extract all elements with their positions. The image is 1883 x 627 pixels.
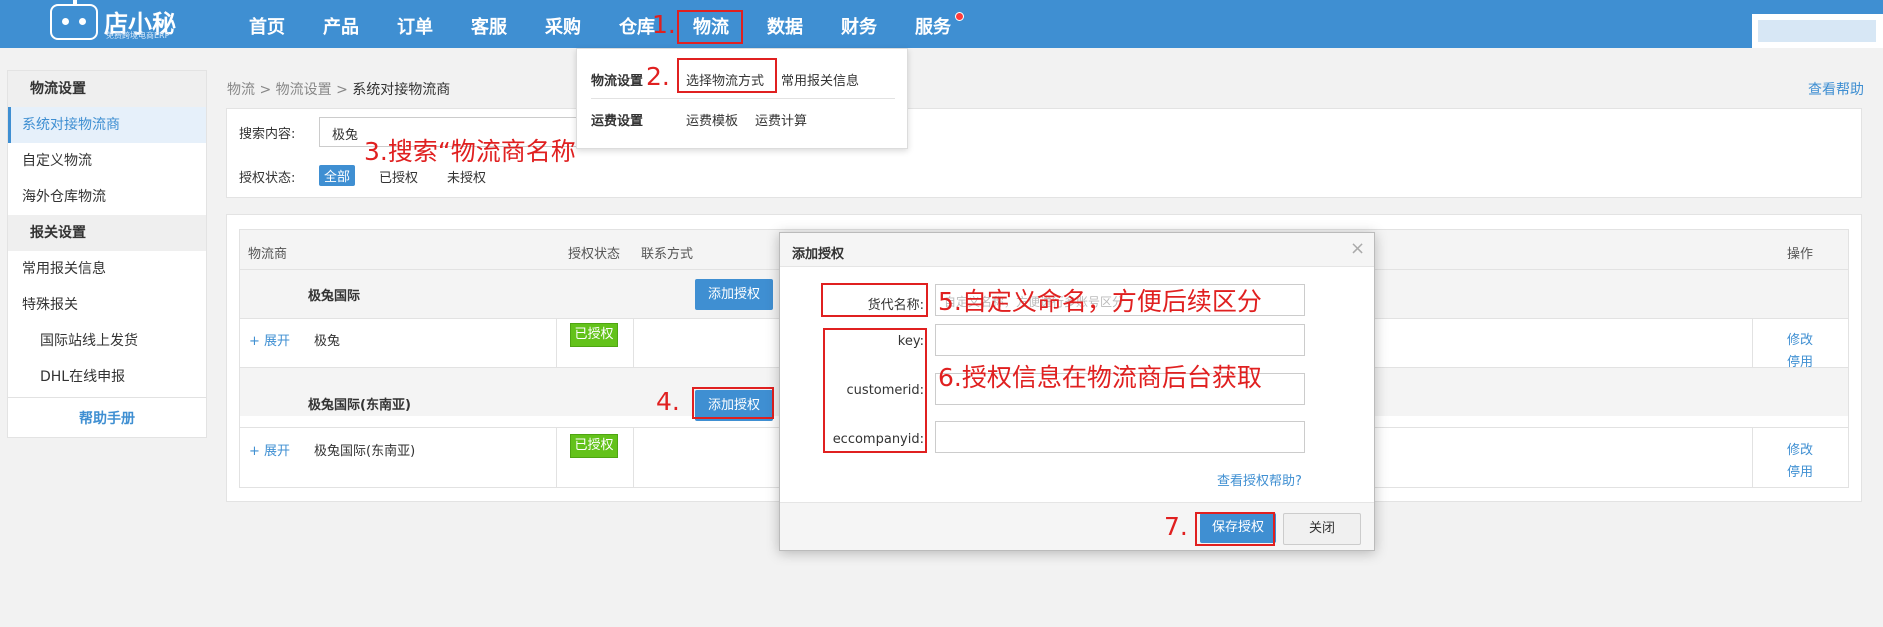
disable-link[interactable]: 停用 xyxy=(1787,461,1813,480)
breadcrumb-current: 系统对接物流商 xyxy=(352,82,451,98)
eccompanyid-input[interactable] xyxy=(935,421,1305,453)
sidebar-item-common-customs[interactable]: 常用报关信息 xyxy=(8,251,206,287)
menu-item-fee-template[interactable]: 运费模板 xyxy=(686,110,738,129)
dropdown-group-shipping-fee: 运费设置 xyxy=(591,114,644,129)
sidebar-subitem-international-station[interactable]: 国际站线上发货 xyxy=(8,323,206,359)
status-label: 授权状态: xyxy=(239,171,296,186)
carrier-item-name: 极兔 xyxy=(314,334,341,349)
expand-link[interactable]: + 展开 xyxy=(249,330,290,349)
annotation-box-select-logistics xyxy=(677,58,777,93)
breadcrumb-logistics-settings[interactable]: 物流设置 xyxy=(276,82,332,98)
modal-title: 添加授权 xyxy=(792,247,845,262)
annotation-step1: 1. xyxy=(652,10,676,39)
nav-services[interactable]: 服务 xyxy=(915,0,951,48)
menu-item-common-customs[interactable]: 常用报关信息 xyxy=(781,70,859,89)
sidebar-subitem-dhl[interactable]: DHL在线申报 xyxy=(8,359,206,395)
sidebar-item-custom-logistics[interactable]: 自定义物流 xyxy=(8,143,206,179)
carrier-item-name: 极兔国际(东南亚) xyxy=(314,444,416,459)
modal-header: 添加授权 × xyxy=(780,233,1374,267)
close-button[interactable]: 关闭 xyxy=(1283,513,1361,545)
sidebar-item-overseas-warehouse[interactable]: 海外仓库物流 xyxy=(8,179,206,215)
breadcrumb-logistics[interactable]: 物流 xyxy=(227,82,255,98)
expand-link[interactable]: + 展开 xyxy=(249,440,290,459)
annotation-step6: 6.授权信息在物流商后台获取 xyxy=(938,363,1262,392)
modal-footer: 保存授权 关闭 xyxy=(780,502,1374,550)
close-icon[interactable]: × xyxy=(1350,238,1365,259)
header-actions: 操作 xyxy=(1787,247,1814,262)
menu-item-fee-calculator[interactable]: 运费计算 xyxy=(755,110,807,129)
status-filter-all[interactable]: 全部 xyxy=(319,165,356,186)
nav-home[interactable]: 首页 xyxy=(249,0,285,48)
annotation-step2: 2. xyxy=(646,62,670,91)
nav-warehouse[interactable]: 仓库 xyxy=(619,0,655,48)
nav-products[interactable]: 产品 xyxy=(323,0,359,48)
annotation-step4: 4. xyxy=(656,387,680,416)
sidebar-section-logistics: 物流设置 xyxy=(8,71,206,107)
annotation-box-add-auth xyxy=(692,387,774,419)
annotation-box-forwarder-label xyxy=(821,283,928,317)
header-auth-status: 授权状态 xyxy=(568,247,621,262)
status-filter-authorized[interactable]: 已授权 xyxy=(379,167,418,186)
nav-purchase[interactable]: 采购 xyxy=(545,0,581,48)
nav-customer-service[interactable]: 客服 xyxy=(471,0,507,48)
group-name: 极兔国际 xyxy=(308,289,361,304)
annotation-box-auth-fields xyxy=(823,328,927,453)
notification-dot-icon xyxy=(955,12,964,21)
status-badge-authorized: 已授权 xyxy=(570,434,618,458)
add-auth-button[interactable]: 添加授权 xyxy=(695,279,773,310)
status-filter-unauthorized[interactable]: 未授权 xyxy=(447,167,486,186)
annotation-step7: 7. xyxy=(1164,512,1188,541)
nav-data[interactable]: 数据 xyxy=(767,0,803,48)
user-account-box[interactable] xyxy=(1752,14,1883,48)
annotation-box-logistics xyxy=(677,10,743,44)
view-auth-help-link[interactable]: 查看授权帮助? xyxy=(1217,470,1302,489)
key-input[interactable] xyxy=(935,324,1305,356)
sidebar-section-customs: 报关设置 xyxy=(8,215,206,251)
annotation-step5: 5.自定义命名，方便后续区分 xyxy=(938,287,1262,316)
nav-orders[interactable]: 订单 xyxy=(397,0,433,48)
dropdown-group-logistics-settings: 物流设置 xyxy=(591,74,644,89)
annotation-box-save xyxy=(1195,512,1275,546)
sidebar: 物流设置 系统对接物流商 自定义物流 海外仓库物流 报关设置 常用报关信息 特殊… xyxy=(7,70,207,438)
annotation-step3: 3.搜索“物流商名称” xyxy=(364,137,589,166)
robot-logo-icon[interactable] xyxy=(50,0,98,40)
breadcrumb: 物流 > 物流设置 > 系统对接物流商 xyxy=(227,82,451,98)
edit-link[interactable]: 修改 xyxy=(1787,329,1813,348)
header-carrier: 物流商 xyxy=(248,247,288,262)
nav-finance[interactable]: 财务 xyxy=(841,0,877,48)
header-contact: 联系方式 xyxy=(641,247,694,262)
status-badge-authorized: 已授权 xyxy=(570,323,618,347)
sidebar-help-manual[interactable]: 帮助手册 xyxy=(8,401,206,437)
group-name: 极兔国际(东南亚) xyxy=(308,398,411,413)
logo-subtitle: 免费跨境电商ERP xyxy=(106,31,170,40)
sidebar-item-special-customs[interactable]: 特殊报关 xyxy=(8,287,206,323)
search-label: 搜索内容: xyxy=(239,127,296,142)
sidebar-item-system-carriers[interactable]: 系统对接物流商 xyxy=(8,107,206,143)
view-help-link[interactable]: 查看帮助 xyxy=(1808,79,1864,99)
edit-link[interactable]: 修改 xyxy=(1787,439,1813,458)
